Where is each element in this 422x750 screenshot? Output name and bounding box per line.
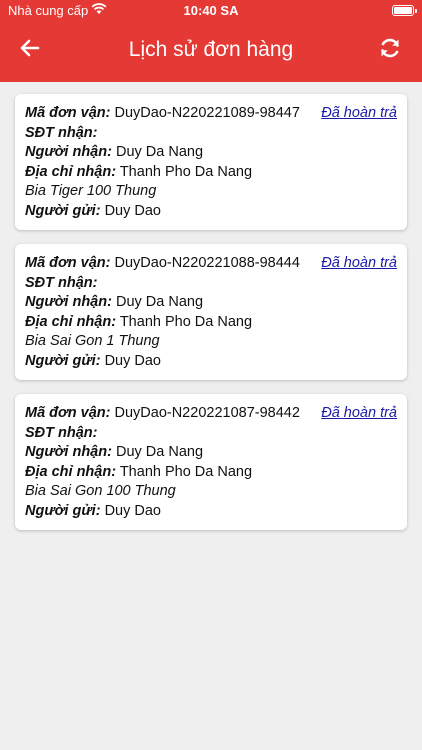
order-status-link[interactable]: Đã hoàn trả [321,254,397,274]
order-card[interactable]: Mã đơn vận: DuyDao-N220221089-98447 Đã h… [15,94,407,230]
app-header: Nhà cung cấp 10:40 SA Lịch sử đơn hàng [0,0,422,82]
sender-value: Duy Dao [104,502,161,519]
clock: 10:40 SA [183,3,239,18]
status-bar: Nhà cung cấp 10:40 SA [0,0,422,22]
order-list: Mã đơn vận: DuyDao-N220221089-98447 Đã h… [15,94,407,544]
navigation-bar: Lịch sử đơn hàng [0,32,422,70]
address-row: Địa chỉ nhận: Thanh Pho Da Nang [25,313,397,333]
address-label: Địa chỉ nhận: [25,313,117,330]
order-code-value: DuyDao-N220221089-98447 [114,105,300,121]
sender-label: Người gửi: [25,502,101,519]
address-value: Thanh Pho Da Nang [119,313,253,330]
receiver-value: Duy Da Nang [115,144,204,160]
receiver-value: Duy Da Nang [115,444,204,460]
order-code-label: Mã đơn vận: [25,405,111,421]
order-card[interactable]: Mã đơn vận: DuyDao-N220221088-98444 Đã h… [15,244,407,380]
order-code-value: DuyDao-N220221087-98442 [114,405,300,421]
receiver-row: Người nhận: Duy Da Nang [25,443,397,463]
sender-value: Duy Dao [104,202,161,219]
phone-row: SĐT nhận: [25,274,397,294]
phone-label: SĐT nhận: [25,274,98,291]
order-code-value: DuyDao-N220221088-98444 [114,255,300,271]
phone-label: SĐT nhận: [25,124,98,141]
item-description: Bia Sai Gon 100 Thung [25,483,176,499]
sender-row: Người gửi: Duy Dao [25,502,397,522]
order-card[interactable]: Mã đơn vận: DuyDao-N220221087-98442 Đã h… [15,394,407,530]
page-title: Lịch sử đơn hàng [128,38,294,61]
address-label: Địa chỉ nhận: [25,163,117,180]
refresh-icon [381,38,399,58]
sender-row: Người gửi: Duy Dao [25,352,397,372]
address-row: Địa chỉ nhận: Thanh Pho Da Nang [25,163,397,183]
phone-row: SĐT nhận: [25,424,397,444]
address-label: Địa chỉ nhận: [25,463,117,480]
receiver-row: Người nhận: Duy Da Nang [25,143,397,163]
address-value: Thanh Pho Da Nang [119,463,253,480]
sender-value: Duy Dao [104,352,161,369]
item-description: Bia Tiger 100 Thung [25,183,157,199]
receiver-label: Người nhận: [25,144,112,160]
receiver-row: Người nhận: Duy Da Nang [25,293,397,313]
battery-icon [392,5,417,16]
receiver-label: Người nhận: [25,444,112,460]
order-code-label: Mã đơn vận: [25,255,111,271]
receiver-value: Duy Da Nang [115,294,204,310]
refresh-button[interactable] [378,36,402,60]
address-row: Địa chỉ nhận: Thanh Pho Da Nang [25,463,397,483]
receiver-label: Người nhận: [25,294,112,310]
item-description: Bia Sai Gon 1 Thung [25,333,160,349]
order-status-link[interactable]: Đã hoàn trả [321,104,397,124]
sender-label: Người gửi: [25,352,101,369]
address-value: Thanh Pho Da Nang [119,163,253,180]
order-status-link[interactable]: Đã hoàn trả [321,404,397,424]
order-code-label: Mã đơn vận: [25,105,111,121]
phone-label: SĐT nhận: [25,424,98,441]
phone-row: SĐT nhận: [25,124,397,144]
sender-row: Người gửi: Duy Dao [25,202,397,222]
sender-label: Người gửi: [25,202,101,219]
